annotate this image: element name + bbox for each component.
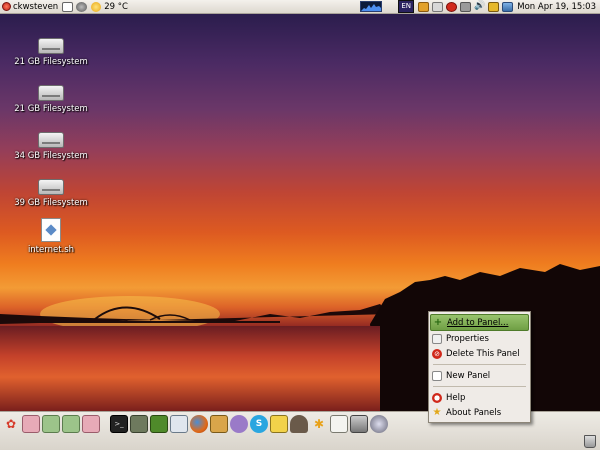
menu-separator (433, 386, 526, 387)
desktop-icon-filesystem-3[interactable]: 34 GB Filesystem (11, 128, 91, 161)
user-menu-label: ckwsteven (13, 1, 59, 12)
system-monitor[interactable] (358, 0, 384, 14)
firefox-browser-icon[interactable] (190, 415, 208, 433)
desktop-icon-label: 34 GB Filesystem (14, 151, 88, 161)
workspace-3-icon[interactable] (62, 415, 80, 433)
keyboard-layout-label: EN (398, 0, 415, 13)
notification-area: 🔊 (416, 0, 515, 14)
menu-item-label: New Panel (446, 370, 491, 381)
desktop-icon-filesystem-1[interactable]: 21 GB Filesystem (11, 34, 91, 67)
menu-item-add-to-panel[interactable]: + Add to Panel... (430, 314, 529, 331)
network-icon[interactable] (460, 1, 472, 12)
clock-applet[interactable]: Mon Apr 19, 15:03 (515, 0, 600, 14)
clock-label: Mon Apr 19, 15:03 (517, 1, 596, 12)
mail-client-icon[interactable] (270, 415, 288, 433)
network-globe-icon[interactable] (370, 415, 388, 433)
delete-icon: ⊘ (432, 348, 442, 359)
workspace-4-icon[interactable] (82, 415, 100, 433)
workspace-2-icon[interactable] (42, 415, 60, 433)
menu-item-help[interactable]: Help (429, 390, 530, 405)
drive-icon (38, 132, 64, 148)
workspace-1-icon[interactable] (22, 415, 40, 433)
package-update-icon[interactable] (418, 1, 430, 12)
menu-item-delete-this-panel[interactable]: ⊘ Delete This Panel (429, 346, 530, 361)
puzzle-game-icon[interactable]: ✱ (310, 415, 328, 433)
desktop-icon-label: internet.sh (27, 245, 75, 255)
drive-icon (38, 38, 64, 54)
menu-item-label: Delete This Panel (446, 348, 520, 359)
mail-icon[interactable] (432, 1, 444, 12)
add-icon: + (433, 316, 443, 328)
menu-item-label: About Panels (446, 407, 502, 418)
desktop-icon-label: 21 GB Filesystem (14, 57, 88, 67)
text-editor-icon[interactable] (330, 415, 348, 433)
new-panel-icon (432, 370, 442, 381)
settings-gear-icon[interactable] (76, 1, 88, 12)
drive-icon (38, 85, 64, 101)
dictionary-book-icon[interactable] (150, 415, 168, 433)
menu-item-label: Help (446, 392, 466, 403)
document-viewer-icon[interactable] (170, 415, 188, 433)
no-entry-icon[interactable] (446, 1, 458, 12)
top-panel[interactable]: ckwsteven 29 °C EN 🔊 Mon Apr 19, 15:03 (0, 0, 600, 14)
desktop-icon-filesystem-2[interactable]: 21 GB Filesystem (11, 81, 91, 114)
scanner-icon[interactable] (350, 415, 368, 433)
keyboard-layout-indicator[interactable]: EN (396, 0, 416, 14)
update-notifier-icon[interactable] (488, 1, 500, 12)
skype-icon[interactable]: S (250, 415, 268, 433)
show-desktop-icon[interactable] (502, 1, 514, 12)
desktop-icon-label: 39 GB Filesystem (14, 198, 88, 208)
menu-item-label: Add to Panel... (447, 317, 509, 328)
menu-item-label: Properties (446, 333, 489, 344)
drive-icon (38, 179, 64, 195)
menu-item-about-panels[interactable]: ★ About Panels (429, 405, 530, 420)
user-status-icon (2, 2, 11, 11)
menu-item-new-panel[interactable]: New Panel (429, 368, 530, 383)
desktop-icon-internet-sh[interactable]: internet.sh (11, 218, 91, 255)
calendar-icon[interactable] (62, 1, 74, 12)
calculator-icon[interactable] (130, 415, 148, 433)
script-file-icon (41, 218, 61, 242)
trash-icon[interactable] (584, 435, 596, 448)
panel-context-menu: + Add to Panel... Properties ⊘ Delete Th… (428, 311, 531, 423)
bottom-panel-launchers: ✿ >_ S ✱ (2, 414, 388, 434)
pidgin-chat-icon[interactable] (230, 415, 248, 433)
package-manager-icon[interactable] (210, 415, 228, 433)
weather-applet[interactable]: 29 °C (89, 0, 130, 14)
menu-item-properties[interactable]: Properties (429, 331, 530, 346)
sun-weather-icon (91, 1, 102, 12)
desktop-icon-label: 21 GB Filesystem (14, 104, 88, 114)
system-monitor-graph-icon (360, 1, 383, 12)
about-icon: ★ (432, 406, 442, 418)
main-menu-icon[interactable]: ✿ (2, 415, 20, 433)
desktop-icon-filesystem-4[interactable]: 39 GB Filesystem (11, 175, 91, 208)
properties-icon (432, 333, 442, 344)
menu-separator (433, 364, 526, 365)
volume-speaker-icon[interactable]: 🔊 (474, 1, 485, 12)
user-menu[interactable]: ckwsteven (0, 0, 60, 14)
weather-temperature: 29 °C (104, 1, 128, 12)
gimp-icon[interactable] (290, 415, 308, 433)
terminal-icon[interactable]: >_ (110, 415, 128, 433)
help-icon (432, 392, 442, 403)
panel-launchers (60, 0, 89, 14)
